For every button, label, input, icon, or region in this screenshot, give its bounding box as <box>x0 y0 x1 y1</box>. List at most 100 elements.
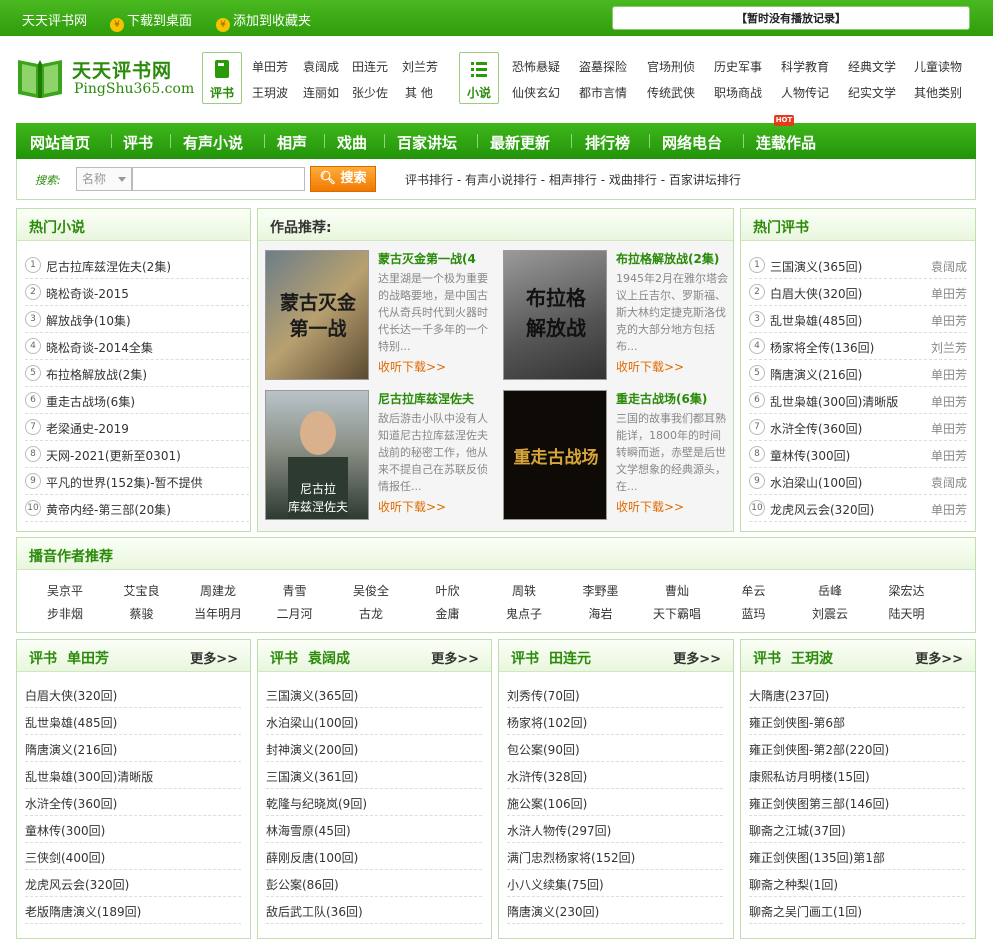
work-cover[interactable]: 布拉格 解放战 <box>503 250 607 380</box>
work-link[interactable]: 三国演义(365回) <box>266 687 358 704</box>
novel-category-link[interactable]: 恐怖悬疑 <box>512 58 560 75</box>
hot-pingshu-title[interactable]: 白眉大侠(320回) <box>770 285 862 302</box>
listen-download-link[interactable]: 收听下载>> <box>616 498 684 515</box>
nav-radio[interactable]: 网络电台 <box>662 132 722 153</box>
novel-category-link[interactable]: 经典文学 <box>848 58 896 75</box>
work-link[interactable]: 满门忠烈杨家将(152回) <box>507 849 635 866</box>
work-link[interactable]: 小八义续集(75回) <box>507 876 604 893</box>
hot-pingshu-item[interactable]: 6 乱世枭雄(300回)清晰版 单田芳 <box>749 387 967 414</box>
work-link[interactable]: 雍正剑侠图-第2部(220回) <box>749 741 889 758</box>
novel-category-link[interactable]: 官场刑侦 <box>647 58 695 75</box>
work-link[interactable]: 龙虎风云会(320回) <box>25 876 129 893</box>
listen-download-link[interactable]: 收听下载>> <box>616 358 684 375</box>
author-link[interactable]: 金庸 <box>423 605 473 622</box>
work-title[interactable]: 蒙古灭金第一战(4 <box>378 250 494 267</box>
pingshu-artist-link[interactable]: 田连元 <box>352 58 388 75</box>
work-link[interactable]: 聊斋之江城(37回) <box>749 822 846 839</box>
pingshu-artist-link[interactable]: 单田芳 <box>252 58 288 75</box>
pingshu-artist-link[interactable]: 张少佐 <box>352 84 388 101</box>
work-link[interactable]: 水浒传(328回) <box>507 768 587 785</box>
work-link[interactable]: 雍正剑侠图第三部(146回) <box>749 795 889 812</box>
novel-category-link[interactable]: 传统武侠 <box>647 84 695 101</box>
author-link[interactable]: 曹灿 <box>652 582 702 599</box>
hot-novel-item[interactable]: 10 黄帝内经-第三部(20集) <box>25 495 249 522</box>
list-item[interactable]: 雍正剑侠图(135回)第1部 <box>749 843 965 870</box>
hot-pingshu-item[interactable]: 4 杨家将全传(136回) 刘兰芳 <box>749 333 967 360</box>
author-link[interactable]: 二月河 <box>270 605 320 622</box>
hot-pingshu-author[interactable]: 单田芳 <box>931 285 967 302</box>
more-link[interactable]: 更多>> <box>915 648 963 667</box>
list-item[interactable]: 康熙私访月明楼(15回) <box>749 762 965 789</box>
hot-novel-title[interactable]: 晓松奇谈-2015 <box>46 285 129 302</box>
hot-pingshu-author[interactable]: 单田芳 <box>931 393 967 410</box>
hot-novel-title[interactable]: 老梁通史-2019 <box>46 420 129 437</box>
author-link[interactable]: 周建龙 <box>193 582 243 599</box>
work-link[interactable]: 聊斋之种梨(1回) <box>749 876 838 893</box>
hot-pingshu-item[interactable]: 3 乱世枭雄(485回) 单田芳 <box>749 306 967 333</box>
list-item[interactable]: 聊斋之江城(37回) <box>749 816 965 843</box>
list-item[interactable]: 施公案(106回) <box>507 789 723 816</box>
hot-pingshu-author[interactable]: 单田芳 <box>931 447 967 464</box>
work-link[interactable]: 三侠剑(400回) <box>25 849 105 866</box>
list-item[interactable]: 隋唐演义(216回) <box>25 735 241 762</box>
nav-serial[interactable]: 连载作品 <box>756 132 816 153</box>
hot-novel-item[interactable]: 4 晓松奇谈-2014全集 <box>25 333 249 360</box>
work-link[interactable]: 康熙私访月明楼(15回) <box>749 768 870 785</box>
author-link[interactable]: 鬼点子 <box>499 605 549 622</box>
author-link[interactable]: 蓝玛 <box>729 605 779 622</box>
novel-category-link[interactable]: 历史军事 <box>714 58 762 75</box>
hot-pingshu-item[interactable]: 9 水泊梁山(100回) 袁阔成 <box>749 468 967 495</box>
list-item[interactable]: 老版隋唐演义(189回) <box>25 897 241 924</box>
search-category-select[interactable]: 名称 <box>76 167 132 191</box>
work-link[interactable]: 乱世枭雄(300回)清晰版 <box>25 768 153 785</box>
work-link[interactable]: 三国演义(361回) <box>266 768 358 785</box>
hot-pingshu-item[interactable]: 8 童林传(300回) 单田芳 <box>749 441 967 468</box>
novel-category-link[interactable]: 科学教育 <box>781 58 829 75</box>
author-link[interactable]: 陆天明 <box>882 605 932 622</box>
more-link[interactable]: 更多>> <box>431 648 479 667</box>
hot-pingshu-author[interactable]: 单田芳 <box>931 312 967 329</box>
work-title[interactable]: 重走古战场(6集) <box>616 390 732 407</box>
work-title[interactable]: 尼古拉库兹涅佐夫 <box>378 390 494 407</box>
work-link[interactable]: 敌后武工队(36回) <box>266 903 363 920</box>
nav-latest[interactable]: 最新更新 <box>490 132 550 153</box>
list-item[interactable]: 大隋唐(237回) <box>749 681 965 708</box>
hot-pingshu-author[interactable]: 单田芳 <box>931 501 967 518</box>
work-link[interactable]: 封神演义(200回) <box>266 741 358 758</box>
nav-opera[interactable]: 戏曲 <box>337 132 367 153</box>
work-cover[interactable]: 重走古战场 <box>503 390 607 520</box>
work-link[interactable]: 刘秀传(70回) <box>507 687 580 704</box>
list-item[interactable]: 杨家将(102回) <box>507 708 723 735</box>
author-link[interactable]: 周轶 <box>499 582 549 599</box>
hot-pingshu-title[interactable]: 童林传(300回) <box>770 447 850 464</box>
hot-pingshu-title[interactable]: 隋唐演义(216回) <box>770 366 862 383</box>
logo-text-cn[interactable]: 天天评书网 <box>72 56 172 83</box>
author-link[interactable]: 李野墨 <box>576 582 626 599</box>
hot-pingshu-title[interactable]: 乱世枭雄(485回) <box>770 312 862 329</box>
pingshu-artist-link[interactable]: 袁阔成 <box>303 58 339 75</box>
work-link[interactable]: 乾隆与纪晓岚(9回) <box>266 795 367 812</box>
work-link[interactable]: 施公案(106回) <box>507 795 587 812</box>
nav-pingshu[interactable]: 评书 <box>123 132 153 153</box>
work-link[interactable]: 水浒全传(360回) <box>25 795 117 812</box>
nav-audio-novel[interactable]: 有声小说 <box>183 132 243 153</box>
play-record-box[interactable]: 【暂时没有播放记录】 <box>612 6 970 30</box>
work-cover[interactable]: 蒙古灭金 第一战 <box>265 250 369 380</box>
list-item[interactable]: 三侠剑(400回) <box>25 843 241 870</box>
author-link[interactable]: 步非烟 <box>40 605 90 622</box>
work-link[interactable]: 隋唐演义(230回) <box>507 903 599 920</box>
hot-pingshu-item[interactable]: 7 水浒全传(360回) 单田芳 <box>749 414 967 441</box>
list-item[interactable]: 水泊梁山(100回) <box>266 708 482 735</box>
hot-novel-item[interactable]: 9 平凡的世界(152集)-暂不提供 <box>25 468 249 495</box>
more-link[interactable]: 更多>> <box>190 648 238 667</box>
work-link[interactable]: 童林传(300回) <box>25 822 105 839</box>
work-link[interactable]: 水浒人物传(297回) <box>507 822 611 839</box>
hot-novel-title[interactable]: 黄帝内经-第三部(20集) <box>46 501 171 518</box>
novel-category-link[interactable]: 职场商战 <box>714 84 762 101</box>
column-artist[interactable]: 单田芳 <box>67 651 109 667</box>
work-link[interactable]: 雍正剑侠图-第6部 <box>749 714 845 731</box>
work-cover[interactable]: 尼古拉 库兹涅佐夫 <box>265 390 369 520</box>
work-link[interactable]: 包公案(90回) <box>507 741 580 758</box>
pingshu-artist-link[interactable]: 其 他 <box>405 84 433 101</box>
work-link[interactable]: 乱世枭雄(485回) <box>25 714 117 731</box>
